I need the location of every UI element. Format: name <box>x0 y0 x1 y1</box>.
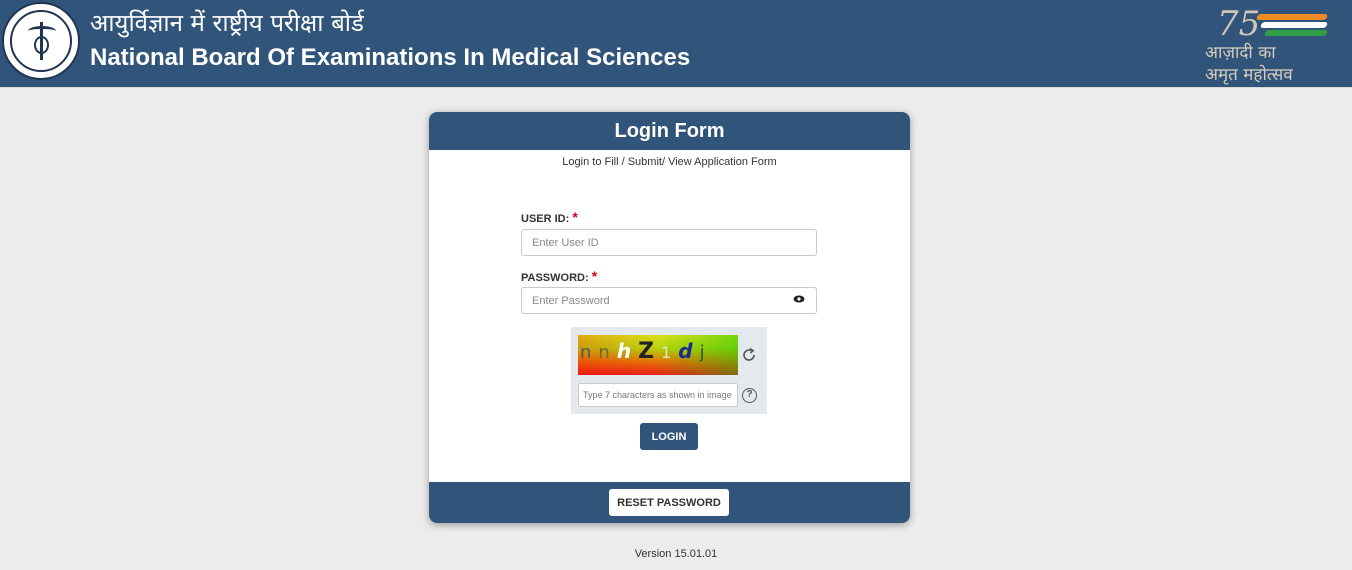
captcha-image: nnhZ1dj <box>578 335 738 375</box>
version-text: Version 15.01.01 <box>634 548 718 560</box>
login-form-title: Login Form <box>429 112 910 150</box>
captcha-char: Z <box>638 339 656 364</box>
password-input[interactable] <box>521 287 817 314</box>
captcha-help-icon[interactable]: ? <box>742 388 757 403</box>
azadi-ka-amrit-mahotsav-logo: 75 आज़ादी का अमृत महोत्सव <box>1205 4 1347 85</box>
login-form-footer: RESET PASSWORD <box>429 482 910 523</box>
captcha-char: d <box>678 339 694 363</box>
show-password-eye-icon[interactable] <box>793 295 805 303</box>
nbems-logo <box>2 2 80 80</box>
captcha-panel: nnhZ1dj ? <box>571 327 767 414</box>
required-mark: * <box>572 209 578 225</box>
site-title-english: National Board Of Examinations In Medica… <box>90 44 691 71</box>
reset-password-button[interactable]: RESET PASSWORD <box>609 489 729 516</box>
captcha-char: j <box>699 342 706 363</box>
captcha-char: n <box>598 342 611 363</box>
captcha-input[interactable] <box>578 383 738 407</box>
login-form-card: Login Form Login to Fill / Submit/ View … <box>429 112 910 523</box>
captcha-char: n <box>580 342 593 363</box>
user-id-label: USER ID: * <box>521 209 578 225</box>
required-mark: * <box>591 268 598 284</box>
password-label: PASSWORD: * <box>521 268 598 284</box>
refresh-captcha-icon[interactable] <box>741 347 757 363</box>
login-form-subtitle: Login to Fill / Submit/ View Application… <box>562 156 777 168</box>
captcha-char: h <box>616 339 633 363</box>
site-title-hindi: आयुर्विज्ञान में राष्ट्रीय परीक्षा बोर्ड <box>90 9 364 37</box>
login-button[interactable]: LOGIN <box>640 423 698 450</box>
site-header: आयुर्विज्ञान में राष्ट्रीय परीक्षा बोर्ड… <box>0 0 1352 88</box>
captcha-char: 1 <box>661 343 673 362</box>
user-id-input[interactable] <box>521 229 817 256</box>
